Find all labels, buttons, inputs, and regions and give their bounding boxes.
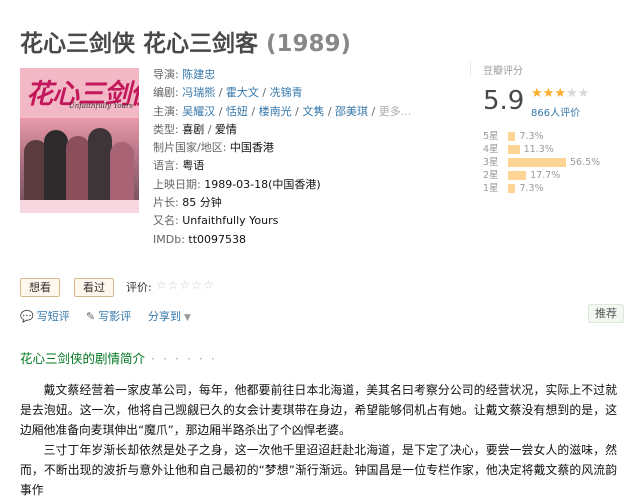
aka-label: 又名: bbox=[153, 214, 179, 228]
language-value: 粤语 bbox=[182, 159, 205, 173]
short-review-link[interactable]: 💬 写短评 bbox=[20, 308, 70, 324]
rate-stars-input[interactable]: ☆☆☆☆☆ bbox=[156, 278, 215, 292]
imdb-row: IMDb: tt0097538 bbox=[153, 231, 453, 249]
country-row: 制片国家/地区: 中国香港 bbox=[153, 139, 453, 157]
star-empty-icon: ★ bbox=[565, 86, 578, 101]
rating-bar bbox=[508, 171, 527, 180]
genre-label: 类型: bbox=[153, 122, 179, 136]
language-label: 语言: bbox=[153, 159, 179, 173]
cast-row: 主演: 吴耀汉 / 恬妞 / 楼南光 / 文隽 / 邵美琪 / 更多... bbox=[153, 103, 453, 121]
rating-row-label: 2星 bbox=[483, 170, 499, 181]
aka-value: Unfaithfully Yours bbox=[182, 214, 279, 228]
rating-percent: 7.3% bbox=[519, 183, 544, 194]
runtime-value: 85 分钟 bbox=[182, 196, 222, 210]
runtime-label: 片长: bbox=[153, 196, 179, 210]
rating-stars: ★★★★★ bbox=[531, 86, 589, 101]
separator: / bbox=[368, 104, 379, 118]
synopsis-heading-text: 花心三剑侠的剧情简介 bbox=[20, 351, 146, 366]
star-icon: ★ bbox=[542, 86, 555, 101]
rating-score: 5.9 bbox=[483, 86, 525, 116]
movie-title: 花心三剑侠 花心三剑客 bbox=[20, 31, 259, 57]
release-value: 1989-03-18(中国香港) bbox=[204, 177, 321, 191]
synopsis-text: 戴文蔡经营着一家皮革公司，每年，他都要前往日本北海道，美其名曰考察分公司的经营状… bbox=[20, 380, 617, 500]
country-label: 制片国家/地区: bbox=[153, 141, 227, 155]
cast-link[interactable]: 吴耀汉 bbox=[182, 105, 215, 118]
writer-row: 编剧: 冯瑞熊 / 霍大文 / 冼锦青 bbox=[153, 84, 453, 102]
star-icon: ★ bbox=[554, 86, 566, 101]
watched-button[interactable]: 看过 bbox=[74, 278, 114, 297]
cast-label: 主演: bbox=[153, 104, 179, 118]
genre-value: 喜剧 bbox=[182, 122, 205, 136]
star-icon: ★ bbox=[531, 86, 543, 101]
director-row: 导演: 陈建忠 bbox=[153, 66, 453, 84]
imdb-label: IMDb: bbox=[153, 232, 185, 246]
writer-link[interactable]: 冼锦青 bbox=[270, 86, 303, 99]
movie-poster[interactable]: 花心三剑侠 Unfaithfully Yours bbox=[20, 68, 139, 213]
rating-bar bbox=[508, 158, 566, 167]
review-link[interactable]: ✎ 写影评 bbox=[86, 308, 131, 324]
star-empty-icon: ★ bbox=[577, 86, 590, 101]
comment-icon: 💬 bbox=[20, 310, 34, 323]
writer-link[interactable]: 冯瑞熊 bbox=[182, 86, 215, 99]
cast-link[interactable]: 楼南光 bbox=[259, 105, 292, 118]
cast-link[interactable]: 恬妞 bbox=[226, 105, 248, 118]
aka-row: 又名: Unfaithfully Yours bbox=[153, 212, 453, 230]
rating-percent: 17.7% bbox=[530, 170, 561, 181]
separator: / bbox=[204, 122, 215, 136]
rating-votes-link[interactable]: 866人评价 bbox=[531, 104, 580, 119]
cast-link[interactable]: 邵美琪 bbox=[335, 105, 368, 118]
language-row: 语言: 粤语 bbox=[153, 157, 453, 175]
imdb-value: tt0097538 bbox=[188, 232, 247, 246]
poster-subtitle-text: Unfaithfully Yours bbox=[68, 102, 133, 110]
page-title: 花心三剑侠 花心三剑客 (1989) bbox=[20, 24, 351, 58]
want-to-watch-button[interactable]: 想看 bbox=[20, 278, 60, 297]
rating-row-label: 4星 bbox=[483, 144, 499, 155]
rating-title: 豆瓣评分 bbox=[483, 66, 523, 77]
pencil-icon: ✎ bbox=[86, 310, 96, 323]
separator: / bbox=[215, 86, 226, 100]
rating-panel: 豆瓣评分 5.9 ★★★★★ 866人评价 5星 7.3% 4星 11.3% 3… bbox=[470, 62, 633, 194]
rating-percent: 11.3% bbox=[523, 144, 554, 155]
rating-percent: 7.3% bbox=[519, 131, 544, 142]
cast-more-link[interactable]: 更多... bbox=[379, 105, 412, 118]
review-label: 写影评 bbox=[98, 310, 132, 323]
chevron-down-icon: ▼ bbox=[184, 313, 191, 323]
genre-row: 类型: 喜剧 / 爱情 bbox=[153, 121, 453, 139]
rate-label: 评价: bbox=[126, 281, 152, 294]
rating-percent: 56.5% bbox=[570, 157, 601, 168]
movie-info: 导演: 陈建忠 编剧: 冯瑞熊 / 霍大文 / 冼锦青 主演: 吴耀汉 / 恬妞… bbox=[153, 66, 453, 249]
rating-row-label: 1星 bbox=[483, 183, 499, 194]
cast-link[interactable]: 文隽 bbox=[302, 105, 324, 118]
director-label: 导演: bbox=[153, 68, 179, 81]
poster-cast-photo bbox=[20, 118, 139, 200]
synopsis-paragraph: 三寸丁年岁渐长却依然是处子之身，这一次他千里迢迢赶赴北海道，是下定了决心，要尝一… bbox=[20, 443, 617, 497]
separator: / bbox=[324, 104, 336, 118]
rating-row-label: 3星 bbox=[483, 157, 499, 168]
director-link[interactable]: 陈建忠 bbox=[182, 68, 215, 81]
poster-credits-strip bbox=[20, 200, 139, 213]
rating-bar bbox=[508, 184, 516, 193]
heading-dots: · · · · · · bbox=[151, 351, 217, 366]
separator: / bbox=[291, 104, 303, 118]
recommend-button[interactable]: 推荐 bbox=[588, 304, 624, 323]
writer-label: 编剧: bbox=[153, 86, 179, 100]
share-dropdown[interactable]: 分享到 ▼ bbox=[148, 308, 191, 324]
runtime-row: 片长: 85 分钟 bbox=[153, 194, 453, 212]
share-label: 分享到 bbox=[148, 310, 181, 323]
separator: / bbox=[215, 104, 226, 118]
rating-bar bbox=[508, 145, 520, 154]
rating-row-label: 5星 bbox=[483, 131, 499, 142]
synopsis-paragraph: 戴文蔡经营着一家皮革公司，每年，他都要前往日本北海道，美其名曰考察分公司的经营状… bbox=[20, 383, 617, 437]
separator: / bbox=[258, 86, 270, 100]
separator: / bbox=[247, 104, 259, 118]
release-label: 上映日期: bbox=[153, 177, 201, 191]
genre-value: 爱情 bbox=[214, 122, 237, 136]
rating-bar bbox=[508, 132, 516, 141]
short-review-label: 写短评 bbox=[36, 310, 70, 323]
synopsis-heading: 花心三剑侠的剧情简介 · · · · · · bbox=[20, 348, 217, 367]
movie-year: (1989) bbox=[266, 31, 352, 57]
country-value: 中国香港 bbox=[229, 141, 274, 155]
writer-link[interactable]: 霍大文 bbox=[226, 86, 259, 99]
release-row: 上映日期: 1989-03-18(中国香港) bbox=[153, 176, 453, 194]
